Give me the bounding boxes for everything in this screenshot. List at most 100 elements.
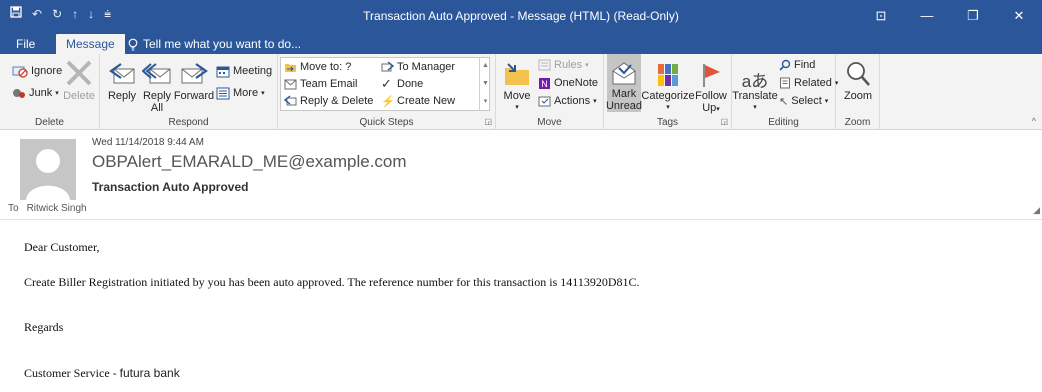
reply-all-button[interactable]: Reply All <box>142 56 172 114</box>
envelope-icon <box>284 79 297 89</box>
lightbulb-icon <box>128 38 138 50</box>
checkmark-icon: ✓ <box>381 76 392 91</box>
delete-x-icon <box>66 60 92 86</box>
respond-group-label: Respond <box>168 117 209 128</box>
restore-icon[interactable]: ❐ <box>950 0 996 32</box>
chevron-down-icon: ▾ <box>261 90 265 97</box>
header-divider <box>0 219 1042 220</box>
scroll-down-icon[interactable]: ▼ <box>480 75 491 93</box>
calendar-icon <box>216 66 230 77</box>
scroll-up-icon[interactable]: ▲ <box>480 57 491 75</box>
tab-file[interactable]: File <box>6 34 45 54</box>
editing-group-label: Editing <box>768 117 799 128</box>
respond-group: Reply Reply All Forward Meeting More ▾ Re… <box>100 54 278 130</box>
actions-icon <box>538 96 551 107</box>
message-date: Wed 11/14/2018 9:44 AM <box>92 137 204 148</box>
delete-button[interactable]: Delete <box>63 56 95 102</box>
move-group-label: Move <box>537 117 562 128</box>
move-folder-icon <box>505 63 529 85</box>
ribbon-display-options-icon[interactable]: ⊡ <box>858 0 904 32</box>
zoom-group: Zoom Zoom <box>836 54 880 130</box>
mark-unread-button[interactable]: Mark Unread <box>606 54 642 112</box>
move-group: Move ▾ Rules ▾ N OneNote Actions ▾ Move <box>496 54 604 130</box>
rules-icon <box>538 59 551 71</box>
body-paragraph: Create Biller Registration initiated by … <box>24 275 640 289</box>
quick-step-team-email[interactable]: Team Email <box>284 76 357 92</box>
junk-button[interactable]: Junk ▾ <box>12 85 59 101</box>
cursor-icon: ↖ <box>779 95 789 108</box>
collapse-ribbon-icon[interactable]: ^ <box>1032 116 1036 126</box>
quick-step-to-manager[interactable]: To Manager <box>381 59 455 75</box>
rules-button[interactable]: Rules ▾ <box>538 57 589 73</box>
select-button[interactable]: ↖ Select ▾ <box>779 93 828 109</box>
signature: Customer Service - futura bank <box>24 366 180 381</box>
reply-button[interactable]: Reply <box>108 56 136 102</box>
bank-name: futura bank <box>119 366 180 380</box>
onenote-button[interactable]: N OneNote <box>538 75 598 91</box>
recipients: To Ritwick Singh <box>8 203 87 214</box>
dialog-launcher-icon[interactable]: ◲ <box>720 117 728 126</box>
minimize-icon[interactable]: — <box>904 0 950 32</box>
quick-steps-scroll[interactable]: ▲ ▼ ▾ <box>479 57 491 111</box>
tell-me-box[interactable]: Tell me what you want to do... <box>118 34 311 54</box>
ignore-button[interactable]: Ignore <box>12 63 62 79</box>
chevron-down-icon: ▾ <box>515 104 519 111</box>
zoom-icon <box>847 62 870 86</box>
quick-step-create-new[interactable]: ⚡ Create New <box>381 93 455 109</box>
message-subject: Transaction Auto Approved <box>92 180 249 194</box>
tell-me-text: Tell me what you want to do... <box>143 37 302 51</box>
dialog-launcher-icon[interactable]: ◲ <box>484 117 492 126</box>
svg-text:N: N <box>541 79 548 89</box>
lightning-icon: ⚡ <box>381 95 395 108</box>
onenote-icon: N <box>539 77 550 89</box>
close-icon[interactable]: ✕ <box>996 0 1042 32</box>
categorize-button[interactable]: Categorize ▾ <box>641 56 695 114</box>
translate-button[interactable]: aあ Translate ▾ <box>732 56 777 114</box>
junk-icon <box>13 89 25 98</box>
zoom-group-label: Zoom <box>844 117 871 128</box>
editing-group: aあ Translate ▾ Find Related ▾ ↖ Select ▾ E… <box>732 54 838 130</box>
quick-step-done[interactable]: ✓ Done <box>381 76 423 92</box>
quick-step-reply-delete[interactable]: Reply & Delete <box>284 93 373 109</box>
to-label: To <box>8 203 19 214</box>
reply-icon <box>109 63 135 84</box>
recipient-name[interactable]: Ritwick Singh <box>27 203 87 214</box>
find-button[interactable]: Find <box>779 57 815 73</box>
title-bar: ↶ ↻ ↑ ↓ ⩧ Transaction Auto Approved - Me… <box>0 0 1042 32</box>
move-button[interactable]: Move ▾ <box>502 56 532 114</box>
translate-icon: aあ <box>741 72 769 91</box>
actions-button[interactable]: Actions ▾ <box>538 93 597 109</box>
more-icon <box>216 87 230 99</box>
forward-mail-icon <box>381 61 394 72</box>
ribbon: Ignore Junk ▾ Delete Delete Reply Reply A… <box>0 54 1042 130</box>
folder-arrow-icon <box>285 64 296 72</box>
quick-step-move-to[interactable]: Move to: ? <box>284 59 351 75</box>
ignore-icon <box>12 66 28 78</box>
delete-group-label: Delete <box>35 117 64 128</box>
quick-steps-gallery: Move to: ? Team Email Reply & Delete To … <box>280 57 490 111</box>
avatar <box>20 139 76 200</box>
expand-header-icon[interactable]: ◢ <box>1033 205 1040 216</box>
ribbon-tabs: File Message Tell me what you want to do… <box>0 32 1042 54</box>
categorize-icon <box>658 64 678 86</box>
chevron-down-icon: ▾ <box>753 104 757 111</box>
delete-group: Ignore Junk ▾ Delete Delete <box>0 54 100 130</box>
forward-button[interactable]: Forward <box>174 56 214 102</box>
greeting: Dear Customer, <box>24 240 100 254</box>
related-button[interactable]: Related ▾ <box>779 75 838 91</box>
meeting-button[interactable]: Meeting <box>216 63 272 79</box>
zoom-button[interactable]: Zoom <box>840 56 876 102</box>
related-icon <box>780 77 790 89</box>
tags-group-label: Tags <box>656 117 679 128</box>
more-respond-button[interactable]: More ▾ <box>216 85 265 101</box>
quick-steps-group-label: Quick Steps <box>359 117 414 128</box>
reply-delete-icon <box>284 95 297 106</box>
tags-group: Mark Unread Categorize ▾ Follow Up▾ Tags… <box>604 54 732 130</box>
chevron-down-icon: ▾ <box>55 90 59 97</box>
expand-gallery-icon[interactable]: ▾ <box>480 93 491 111</box>
follow-up-button[interactable]: Follow Up▾ <box>694 56 728 116</box>
signature-prefix: Customer Service - <box>24 366 120 380</box>
forward-icon <box>181 63 208 84</box>
tab-message[interactable]: Message <box>56 34 125 54</box>
sender-address[interactable]: OBPAlert_EMARALD_ME@example.com <box>92 152 407 172</box>
